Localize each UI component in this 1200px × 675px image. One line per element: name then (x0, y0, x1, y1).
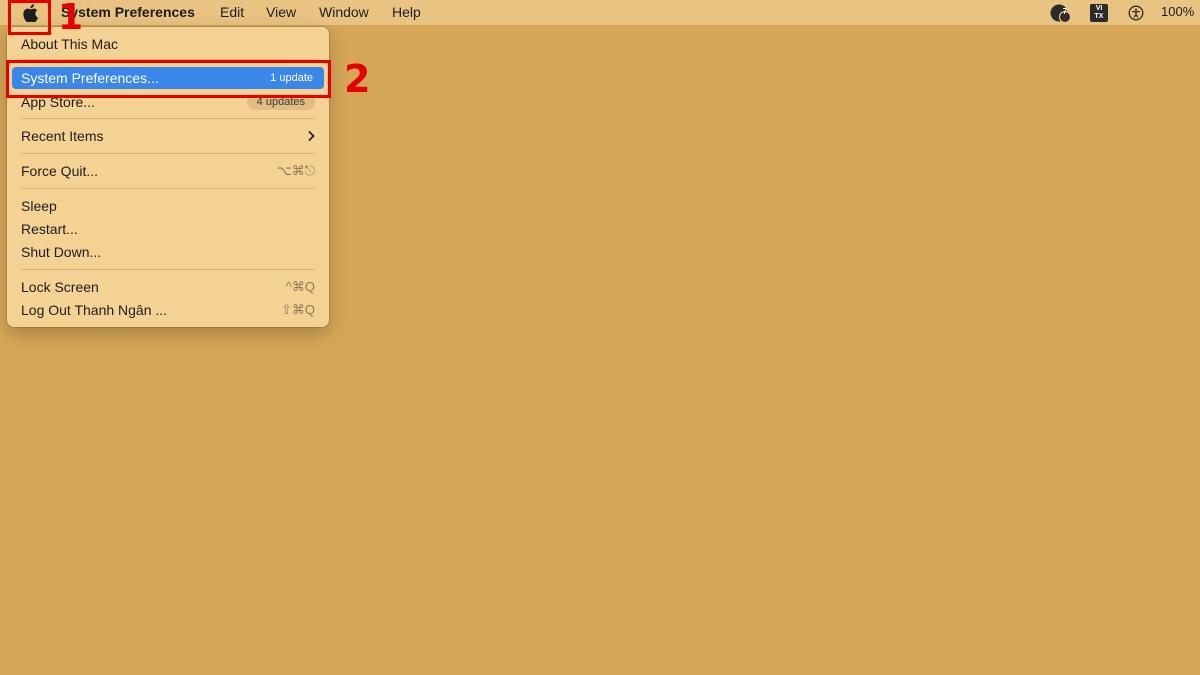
menu-item-force-quit[interactable]: Force Quit... ⌥⌘⎋ (21, 160, 315, 182)
menu-item-label: Restart... (21, 221, 78, 237)
keyboard-shortcut: ⇧⌘Q (280, 302, 315, 317)
notification-status-item[interactable]: 7 (1049, 0, 1073, 25)
step-2-marker: 2 (344, 57, 371, 101)
accessibility-status-item[interactable] (1128, 0, 1146, 25)
menu-item-label: Sleep (21, 198, 57, 214)
step-1-highlight-box (8, 0, 51, 35)
input-source-icon: VI TX (1090, 3, 1108, 22)
menu-item-shut-down[interactable]: Shut Down... (21, 241, 315, 263)
keyboard-shortcut: ⌥⌘⎋ (276, 163, 315, 178)
menu-window[interactable]: Window (319, 4, 369, 20)
input-source-label: VI TX (1094, 4, 1104, 20)
menu-item-label: Log Out Thanh Ngân ... (21, 302, 168, 318)
menu-item-lock-screen[interactable]: Lock Screen ^⌘Q (21, 276, 315, 298)
step-1-marker: 1 (58, 0, 84, 38)
menu-item-label: Shut Down... (21, 244, 102, 260)
menu-item-label: Recent Items (21, 128, 104, 144)
menu-separator (21, 153, 315, 154)
notification-count: 7 (1062, 7, 1068, 16)
menu-help[interactable]: Help (392, 4, 421, 20)
menu-separator (21, 118, 315, 119)
step-2-highlight-box (6, 60, 331, 98)
chat-icon (1050, 4, 1072, 23)
keyboard-shortcut: ^⌘Q (285, 279, 315, 294)
battery-percentage[interactable]: 100% (1161, 4, 1194, 19)
menu-item-restart[interactable]: Restart... (21, 218, 315, 240)
menu-separator (21, 188, 315, 189)
menu-view[interactable]: View (266, 4, 296, 20)
menu-bar: System Preferences Edit View Window Help… (0, 0, 1200, 25)
menu-edit[interactable]: Edit (220, 4, 244, 20)
input-source-status-item[interactable]: VI TX (1090, 0, 1110, 25)
menu-separator (21, 269, 315, 270)
menu-item-sleep[interactable]: Sleep (21, 195, 315, 217)
menu-item-recent-items[interactable]: Recent Items (21, 125, 315, 147)
menu-item-log-out[interactable]: Log Out Thanh Ngân ... ⇧⌘Q (21, 299, 315, 321)
chevron-right-icon (307, 125, 315, 153)
menu-item-label: Force Quit... (21, 163, 99, 179)
accessibility-icon (1128, 5, 1144, 20)
menu-item-label: Lock Screen (21, 279, 99, 295)
